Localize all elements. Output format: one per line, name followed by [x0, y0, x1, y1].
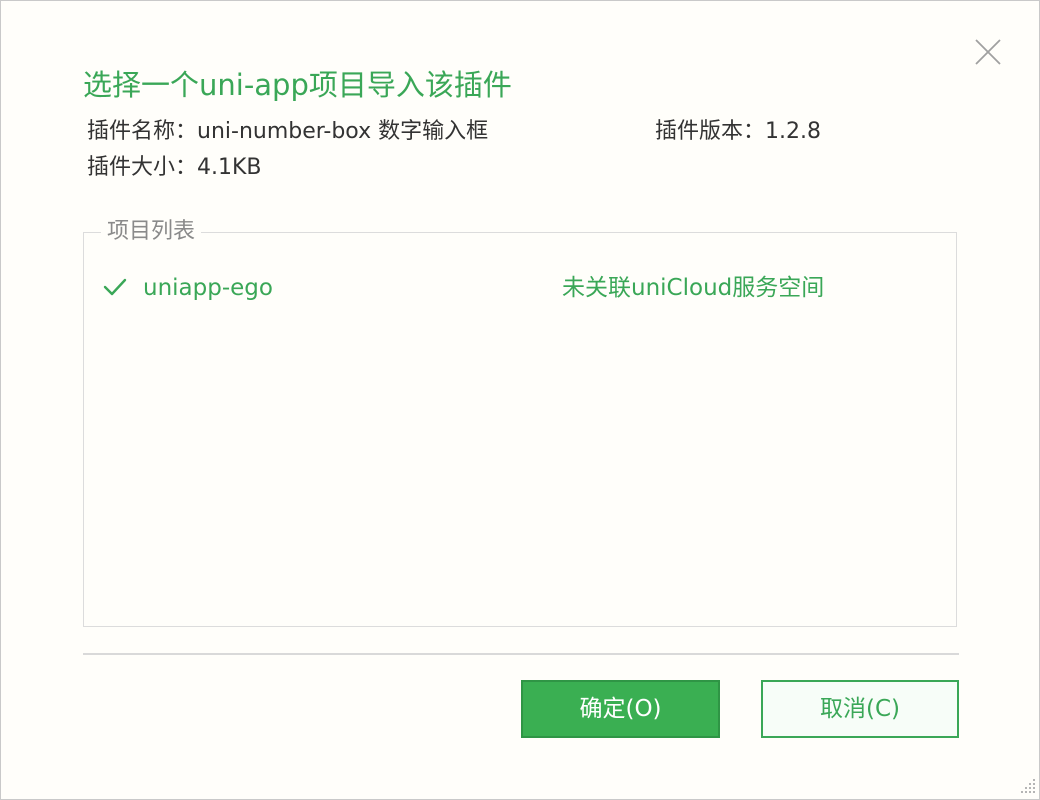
plugin-size: 插件大小：4.1KB	[87, 155, 262, 180]
project-name: uniapp-ego	[143, 275, 273, 301]
close-icon	[975, 39, 1001, 65]
resize-grip-icon[interactable]	[1021, 779, 1037, 795]
import-plugin-dialog: 选择一个uni-app项目导入该插件 插件名称：uni-number-box 数…	[0, 0, 1040, 800]
project-cloud-status: 未关联uniCloud服务空间	[562, 275, 825, 301]
project-list-legend: 项目列表	[101, 217, 202, 247]
footer-divider	[83, 653, 959, 655]
plugin-name: 插件名称：uni-number-box 数字输入框	[87, 119, 489, 144]
close-button[interactable]	[973, 37, 1003, 67]
ok-button[interactable]: 确定(O)	[521, 680, 720, 738]
cancel-button[interactable]: 取消(C)	[761, 680, 959, 738]
dialog-title: 选择一个uni-app项目导入该插件	[83, 68, 512, 102]
project-list-item[interactable]: uniapp-ego 未关联uniCloud服务空间	[101, 269, 941, 307]
plugin-version: 插件版本：1.2.8	[655, 119, 821, 144]
check-icon	[103, 277, 127, 301]
